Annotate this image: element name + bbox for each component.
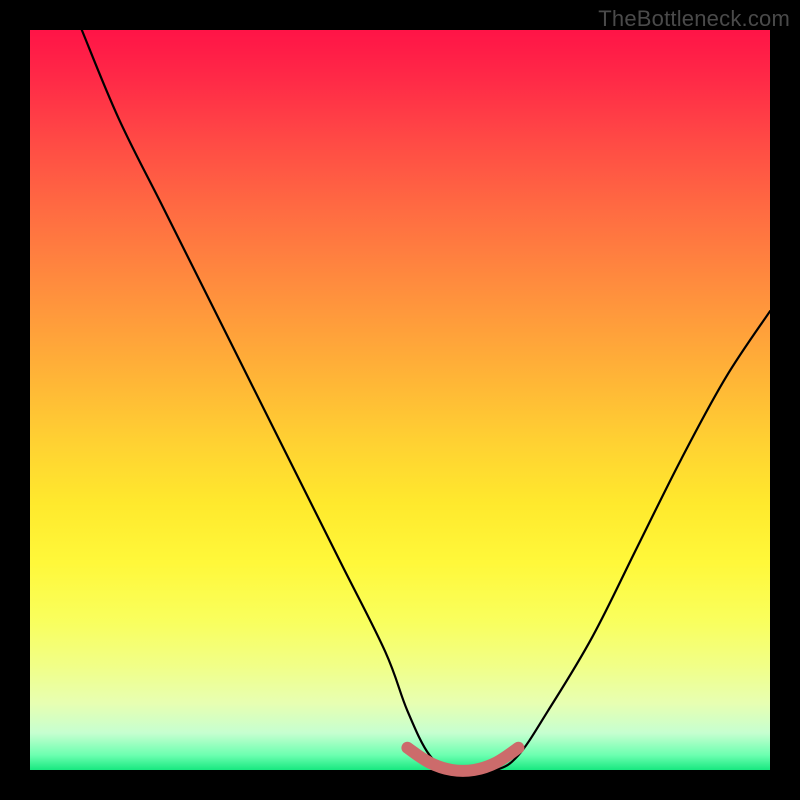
watermark-text: TheBottleneck.com <box>598 6 790 32</box>
chart-frame: TheBottleneck.com <box>0 0 800 800</box>
chart-svg <box>30 30 770 770</box>
chart-plot-area <box>30 30 770 770</box>
bottleneck-curve-path <box>82 30 770 771</box>
